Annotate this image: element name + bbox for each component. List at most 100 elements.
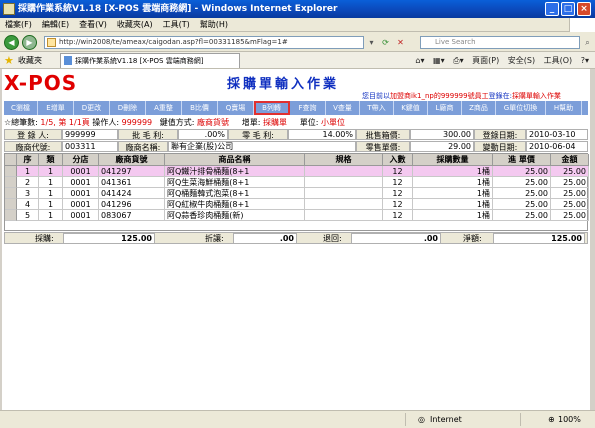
table-cell[interactable]: 0001 — [63, 177, 99, 188]
table-cell[interactable]: 0001 — [63, 199, 99, 210]
table-cell[interactable]: 1 — [39, 210, 63, 221]
table-header-8[interactable]: 進 單價 — [493, 154, 551, 166]
table-cell[interactable]: 25.00 — [551, 199, 589, 210]
back-icon[interactable]: ◀ — [4, 35, 19, 50]
minimize-button[interactable]: _ — [545, 2, 559, 16]
fkey-button-1[interactable]: E增單 — [38, 101, 74, 115]
table-cell[interactable]: 0001 — [63, 166, 99, 177]
page-menu[interactable]: 頁面(P) — [472, 52, 499, 68]
table-cell[interactable] — [305, 166, 383, 177]
zoom-level[interactable]: 100% — [558, 411, 581, 428]
table-header-7[interactable]: 採購數量 — [413, 154, 493, 166]
table-cell[interactable]: 12 — [383, 199, 413, 210]
dropdown-icon[interactable]: ▾ — [366, 37, 377, 48]
table-header-1[interactable]: 類 — [39, 154, 63, 166]
table-cell[interactable]: 1桶 — [413, 188, 493, 199]
table-cell[interactable]: 25.00 — [493, 199, 551, 210]
table-cell[interactable]: 12 — [383, 188, 413, 199]
refresh-icon[interactable]: ⟳ — [380, 37, 391, 48]
table-cell[interactable]: 25.00 — [551, 210, 589, 221]
close-button[interactable]: × — [577, 2, 591, 16]
stop-icon[interactable]: ✕ — [395, 37, 406, 48]
fkey-button-2[interactable]: D更改 — [74, 101, 110, 115]
fkey-button-0[interactable]: C瀏檔 — [4, 101, 38, 115]
table-cell[interactable]: 0001 — [63, 188, 99, 199]
table-cell[interactable]: 1 — [39, 188, 63, 199]
table-header-3[interactable]: 廠商貨號 — [99, 154, 165, 166]
table-cell[interactable]: 阿Q紅椒牛肉桶麵(8+1 — [165, 199, 305, 210]
forward-icon[interactable]: ▶ — [22, 35, 37, 50]
fkey-button-11[interactable]: K鍵值 — [394, 101, 428, 115]
retail-price-field[interactable]: 29.00 — [410, 141, 474, 152]
table-header-9[interactable]: 金額 — [551, 154, 589, 166]
table-cell[interactable]: 25.00 — [551, 188, 589, 199]
feeds-icon[interactable]: ▦▾ — [433, 52, 445, 68]
menu-tools[interactable]: 工具(T) — [158, 18, 195, 31]
table-header-4[interactable]: 商品名稱 — [165, 154, 305, 166]
fkey-button-14[interactable]: G單位切換 — [496, 101, 546, 115]
table-header-2[interactable]: 分店 — [63, 154, 99, 166]
table-cell[interactable]: 041296 — [99, 199, 165, 210]
vendor-code-field[interactable]: 003311 — [62, 141, 118, 152]
row-selector[interactable] — [5, 199, 17, 210]
browser-tab[interactable]: 採購作業系統V1.18 [X-POS 雲端商務網] — [60, 53, 240, 68]
table-cell[interactable]: 1桶 — [413, 199, 493, 210]
menu-view[interactable]: 查看(V) — [74, 18, 112, 31]
table-cell[interactable]: 083067 — [99, 210, 165, 221]
batch-price-field[interactable]: 300.00 — [410, 129, 474, 140]
table-cell[interactable]: 阿Q鐵汁排骨桶麵(8+1 — [165, 166, 305, 177]
net-field[interactable]: 125.00 — [493, 233, 585, 244]
table-cell[interactable]: 25.00 — [493, 166, 551, 177]
table-cell[interactable]: 1 — [17, 166, 39, 177]
table-cell[interactable] — [305, 210, 383, 221]
table-cell[interactable]: 阿Q生菜海鮮桶麵(8+1 — [165, 177, 305, 188]
table-header-0[interactable]: 序 — [17, 154, 39, 166]
search-input[interactable]: Live Search — [420, 36, 580, 49]
safety-menu[interactable]: 安全(S) — [508, 52, 535, 68]
tools-menu[interactable]: 工具(O) — [544, 52, 573, 68]
favorites-label[interactable]: 收藏夾 — [18, 52, 42, 68]
purchase-total-field[interactable]: 125.00 — [63, 233, 155, 244]
table-cell[interactable]: 1桶 — [413, 177, 493, 188]
fkey-button-5[interactable]: B比價 — [182, 101, 218, 115]
table-header-5[interactable]: 規格 — [305, 154, 383, 166]
table-cell[interactable]: 1 — [39, 166, 63, 177]
row-selector[interactable] — [5, 210, 17, 221]
table-cell[interactable]: 041297 — [99, 166, 165, 177]
table-cell[interactable]: 3 — [17, 188, 39, 199]
fkey-button-15[interactable]: H幫助 — [546, 101, 582, 115]
table-cell[interactable]: 0001 — [63, 210, 99, 221]
table-cell[interactable]: 041424 — [99, 188, 165, 199]
zoom-icon[interactable]: ⊕ — [548, 411, 555, 428]
table-cell[interactable] — [305, 188, 383, 199]
print-icon[interactable]: ⎙▾ — [453, 52, 463, 68]
fkey-button-12[interactable]: L廠商 — [428, 101, 462, 115]
table-cell[interactable]: 5 — [17, 210, 39, 221]
fkey-button-8[interactable]: F查詢 — [290, 101, 326, 115]
fkey-button-13[interactable]: Z商品 — [462, 101, 496, 115]
table-cell[interactable]: 25.00 — [493, 188, 551, 199]
table-cell[interactable]: 1桶 — [413, 166, 493, 177]
table-cell[interactable]: 25.00 — [551, 177, 589, 188]
fkey-button-3[interactable]: D刪除 — [110, 101, 146, 115]
row-selector[interactable] — [5, 177, 17, 188]
vendor-name-field[interactable]: 聯有企業(股)公司 — [168, 141, 356, 152]
change-date-field[interactable]: 2010-06-04 — [526, 141, 588, 152]
table-cell[interactable] — [305, 199, 383, 210]
table-cell[interactable]: 4 — [17, 199, 39, 210]
table-cell[interactable]: 25.00 — [493, 210, 551, 221]
fkey-button-10[interactable]: T帶入 — [360, 101, 394, 115]
search-icon[interactable]: ⌕ — [582, 37, 593, 48]
table-cell[interactable]: 25.00 — [493, 177, 551, 188]
table-cell[interactable]: 阿Q蒜香珍肉桶麵(新) — [165, 210, 305, 221]
fkey-button-4[interactable]: A重整 — [146, 101, 182, 115]
maximize-button[interactable]: □ — [561, 2, 575, 16]
help-icon[interactable]: ?▾ — [581, 52, 589, 68]
return-field[interactable]: .00 — [351, 233, 441, 244]
table-cell[interactable]: 2 — [17, 177, 39, 188]
fkey-button-9[interactable]: V查量 — [326, 101, 360, 115]
table-cell[interactable]: 12 — [383, 210, 413, 221]
table-cell[interactable]: 041361 — [99, 177, 165, 188]
menu-help[interactable]: 幫助(H) — [195, 18, 233, 31]
table-header-6[interactable]: 入數 — [383, 154, 413, 166]
